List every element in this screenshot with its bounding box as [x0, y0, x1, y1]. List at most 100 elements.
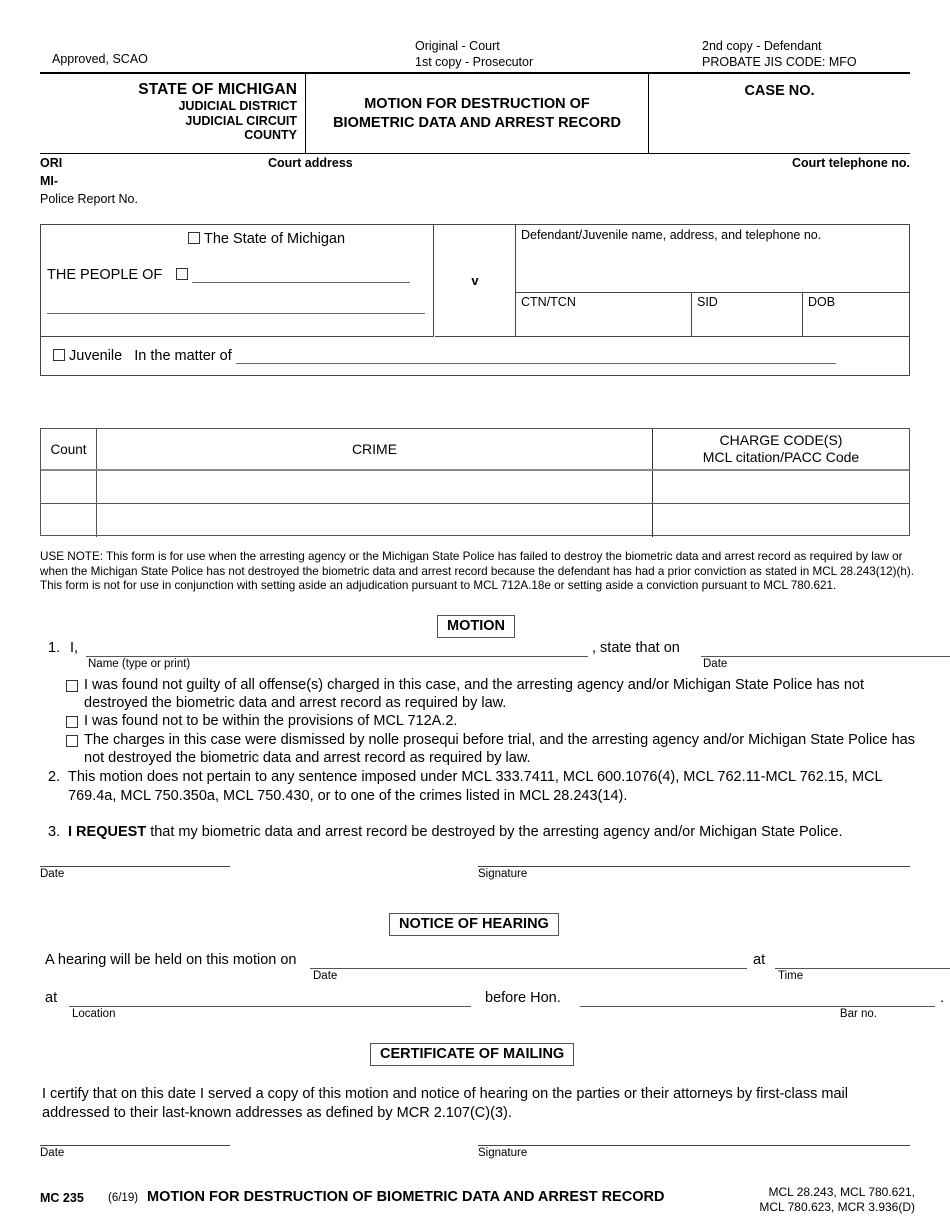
certificate-date-label: Date — [40, 1147, 65, 1159]
motion-option-2-checkbox[interactable] — [66, 716, 78, 728]
motion-signature-line[interactable] — [478, 866, 910, 867]
versus-label: v — [435, 225, 515, 337]
form-title-cell: MOTION FOR DESTRUCTION OF BIOMETRIC DATA… — [306, 74, 648, 153]
motion-section-heading: MOTION — [437, 615, 515, 638]
certificate-of-mailing-text: I certify that on this date I served a c… — [42, 1086, 848, 1121]
ori-label: ORI — [40, 156, 63, 170]
form-page: Approved, SCAO Original - Court 1st copy… — [0, 0, 950, 1230]
form-title: MOTION FOR DESTRUCTION OF BIOMETRIC DATA… — [333, 95, 621, 132]
approved-scao-label: Approved, SCAO — [52, 52, 148, 66]
in-the-matter-of-label: In the matter of — [134, 348, 232, 364]
copy-distribution-middle: Original - Court 1st copy - Prosecutor — [415, 38, 533, 70]
second-copy-defendant-label: 2nd copy - Defendant — [702, 39, 822, 53]
motion-item-2-text: This motion does not pertain to any sent… — [68, 769, 883, 804]
motion-signature-date-label: Date — [40, 868, 65, 880]
in-the-matter-of-input-line[interactable] — [235, 350, 836, 364]
motion-option-1[interactable]: I was found not guilty of all offense(s)… — [66, 677, 926, 712]
motion-option-1-checkbox[interactable] — [66, 680, 78, 692]
hearing-lead-text: A hearing will be held on this motion on — [45, 952, 297, 968]
hearing-time-input-line[interactable] — [775, 968, 950, 969]
motion-date-label: Date — [703, 658, 728, 670]
probate-jis-code-label: PROBATE JIS CODE: MFO — [702, 55, 857, 69]
motion-item-1: 1. I, Name (type or print) , state that … — [48, 638, 950, 670]
hearing-period: . — [940, 990, 945, 1006]
state-of-michigan-checkbox[interactable] — [188, 232, 200, 244]
certificate-signature-line[interactable] — [478, 1145, 910, 1146]
column-header-crime: CRIME — [97, 429, 653, 469]
motion-name-input-line[interactable] — [86, 656, 588, 657]
sid-box[interactable]: SID — [692, 293, 803, 337]
form-number: MC 235 — [40, 1191, 84, 1205]
ctn-tcn-box[interactable]: CTN/TCN — [516, 293, 692, 337]
form-header-box: STATE OF MICHIGAN JUDICIAL DISTRICT JUDI… — [40, 72, 910, 154]
judicial-district-label: JUDICIAL DISTRICT — [178, 99, 297, 113]
hearing-location-label: Location — [72, 1008, 116, 1020]
certificate-signature-label: Signature — [478, 1147, 528, 1159]
defendant-name-address-box[interactable]: Defendant/Juvenile name, address, and te… — [516, 225, 909, 293]
motion-item-1-number: 1. — [48, 640, 61, 656]
bar-no-label: Bar no. — [839, 1008, 877, 1020]
dob-label: DOB — [808, 295, 836, 309]
cell-charge[interactable] — [653, 504, 909, 537]
cell-count[interactable] — [41, 504, 97, 537]
motion-signature-label: Signature — [478, 868, 528, 880]
motion-date-input-line[interactable] — [701, 656, 950, 657]
certificate-signature-row: Date Signature — [40, 1145, 910, 1175]
judicial-circuit-label: JUDICIAL CIRCUIT — [185, 113, 297, 128]
case-number-cell[interactable]: CASE NO. — [649, 74, 910, 153]
copy-distribution-row: Approved, SCAO Original - Court 1st copy… — [40, 38, 910, 70]
motion-option-2-label: I was found not to be within the provisi… — [84, 713, 458, 729]
hearing-time-label: Time — [778, 970, 804, 982]
use-note-paragraph: USE NOTE: This form is for use when the … — [40, 550, 915, 593]
form-title-line-2: BIOMETRIC DATA AND ARREST RECORD — [333, 114, 621, 131]
juvenile-checkbox[interactable] — [53, 349, 65, 361]
hearing-date-input-line[interactable] — [310, 968, 747, 969]
cell-crime[interactable] — [97, 504, 653, 537]
motion-item-3-bold: I REQUEST — [68, 824, 147, 840]
table-row[interactable] — [41, 471, 909, 504]
juvenile-label: Juvenile — [69, 348, 123, 364]
cell-count[interactable] — [41, 471, 97, 503]
plaintiff-extra-line[interactable] — [47, 313, 425, 314]
police-report-no-label[interactable]: Police Report No. — [40, 192, 138, 206]
crime-table: Count CRIME CHARGE CODE(S) MCL citation/… — [40, 428, 910, 537]
court-identification-cell: STATE OF MICHIGAN JUDICIAL DISTRICT JUDI… — [40, 74, 305, 153]
motion-signature-date-line[interactable] — [40, 866, 230, 867]
charge-codes-line-1: CHARGE CODE(S) — [719, 432, 843, 448]
the-people-of-row: THE PEOPLE OF — [47, 267, 427, 283]
notice-of-hearing-heading: NOTICE OF HEARING — [389, 913, 559, 936]
certificate-date-line[interactable] — [40, 1145, 230, 1146]
footer-form-title: MOTION FOR DESTRUCTION OF BIOMETRIC DATA… — [147, 1189, 665, 1205]
the-people-of-input-line[interactable] — [192, 269, 410, 283]
hearing-location-input-line[interactable] — [69, 1006, 471, 1007]
court-address-label: Court address — [268, 156, 353, 170]
certificate-of-mailing-heading: CERTIFICATE OF MAILING — [370, 1043, 575, 1066]
plaintiff-cell: The State of Michigan THE PEOPLE OF — [41, 225, 434, 337]
state-of-michigan-option[interactable]: The State of Michigan — [188, 231, 345, 247]
copy-distribution-right: 2nd copy - Defendant PROBATE JIS CODE: M… — [702, 38, 857, 70]
motion-option-3-checkbox[interactable] — [66, 735, 78, 747]
cell-crime[interactable] — [97, 471, 653, 503]
parties-box: The State of Michigan THE PEOPLE OF v De… — [40, 224, 910, 376]
motion-item-2: 2. This motion does not pertain to any s… — [48, 768, 928, 806]
crime-table-header: Count CRIME CHARGE CODE(S) MCL citation/… — [41, 429, 909, 471]
hearing-at-time-prefix: at — [753, 952, 766, 968]
the-people-of-checkbox[interactable] — [176, 268, 188, 280]
motion-option-2[interactable]: I was found not to be within the provisi… — [66, 713, 926, 731]
motion-item-3: 3. I REQUEST that my biometric data and … — [48, 824, 928, 840]
court-telephone-label: Court telephone no. — [791, 156, 910, 170]
the-people-of-label: THE PEOPLE OF — [47, 267, 163, 283]
cell-charge[interactable] — [653, 471, 909, 503]
motion-name-label: Name (type or print) — [88, 658, 191, 670]
column-header-charge-codes: CHARGE CODE(S) MCL citation/PACC Code — [653, 429, 909, 469]
motion-item-1-lead: I, — [70, 640, 79, 656]
table-row[interactable] — [41, 504, 909, 537]
hearing-at-location-prefix: at — [45, 990, 58, 1006]
state-of-michigan-option-label: The State of Michigan — [204, 231, 346, 247]
dob-box[interactable]: DOB — [803, 293, 910, 337]
motion-state-that-on: , state that on — [592, 640, 680, 656]
ori-mi-prefix[interactable]: MI- — [40, 174, 58, 188]
motion-option-3[interactable]: The charges in this case were dismissed … — [66, 732, 926, 767]
hearing-judge-input-line[interactable] — [580, 1006, 935, 1007]
hearing-location-judge-row: at Location before Hon. Bar no. . — [45, 988, 944, 1020]
